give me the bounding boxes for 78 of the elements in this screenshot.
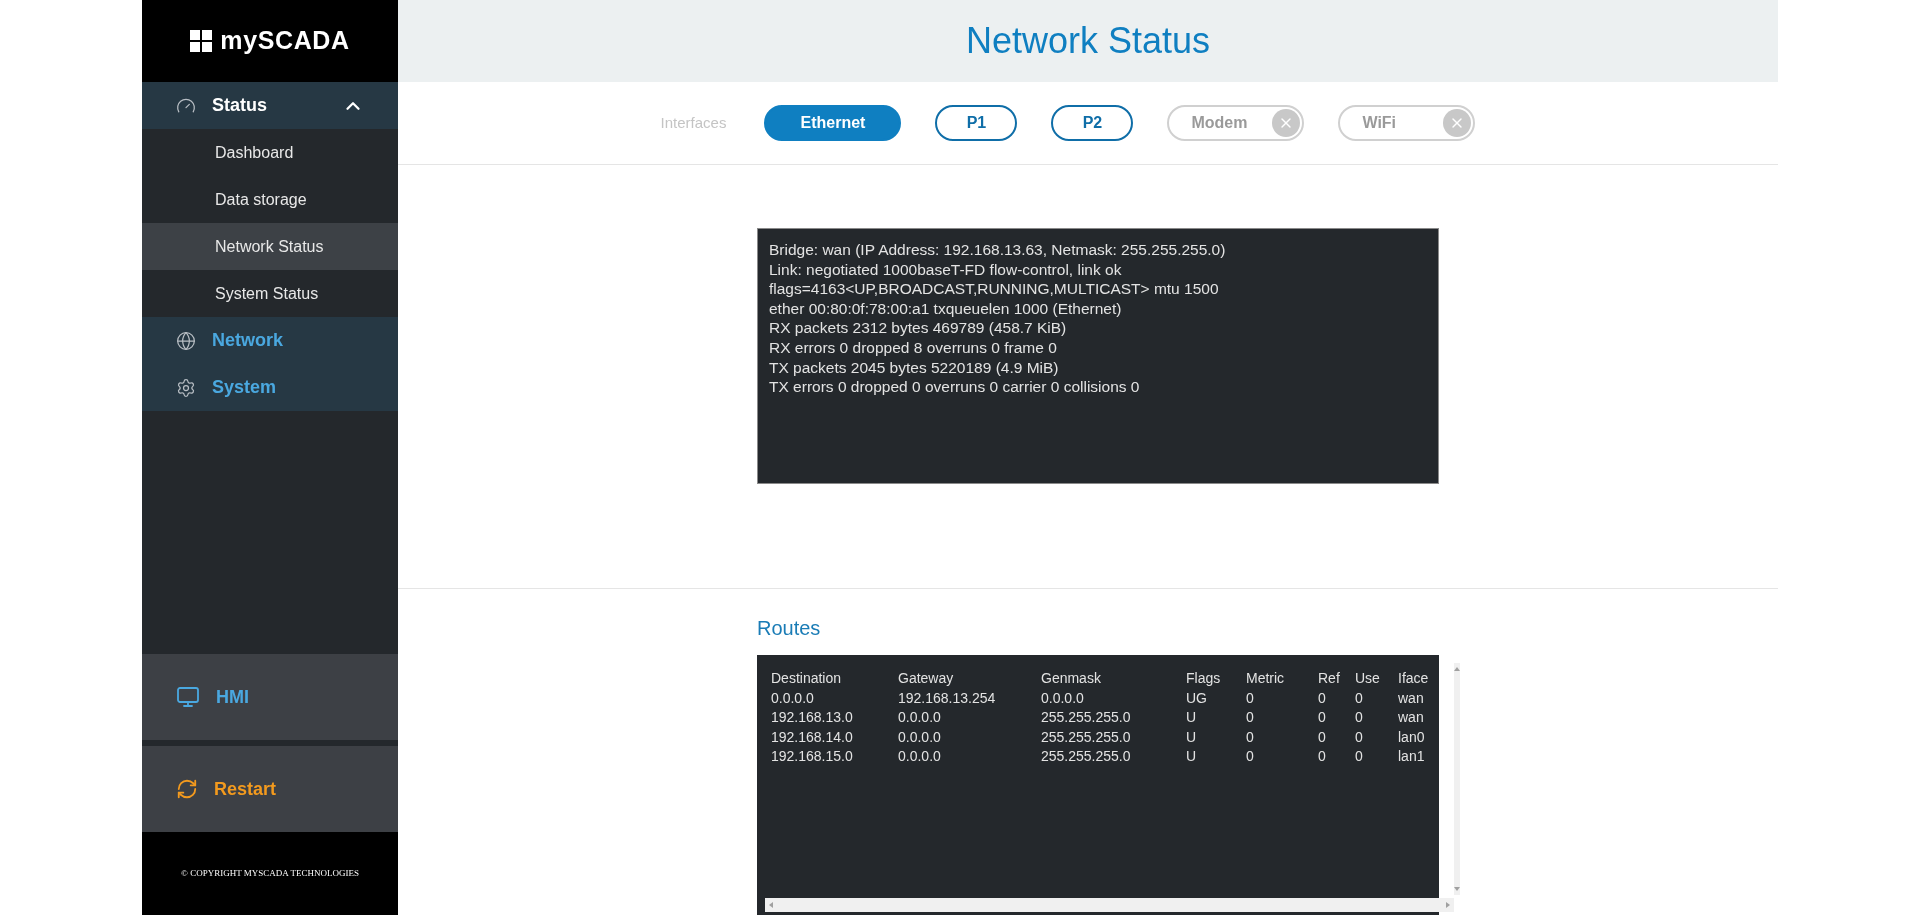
nav-section-label: System (212, 376, 278, 399)
close-icon (1272, 108, 1301, 137)
column-header: Ref (1318, 669, 1341, 688)
nav-section[interactable]: System (142, 364, 398, 411)
horizontal-scrollbar[interactable] (765, 898, 1454, 912)
info-line: flags=4163<UP,BROADCAST,RUNNING,MULTICAST> mtu 1500 (769, 279, 1220, 299)
table-cell-text: 0 (1318, 747, 1327, 766)
table-cell-text: 0.0.0.0 (1041, 688, 1085, 708)
column-header: Iface (1398, 669, 1430, 688)
info-line: RX errors 0 dropped 8 overruns 0 frame 0 (769, 337, 1058, 358)
table-cell-text: 0 (1355, 727, 1364, 747)
interface-tab[interactable]: P2 (1051, 104, 1134, 141)
table-cell-text: 0.0.0.0 (898, 727, 942, 747)
table-cell-text: 192.168.13.0 (771, 708, 854, 727)
table-cell-text: 255.255.255.0 (1041, 747, 1132, 766)
monitor-icon (176, 685, 200, 709)
restart-button[interactable]: Restart (142, 746, 398, 832)
table-cell-text: U (1186, 747, 1198, 766)
nav-section-label: Status (212, 94, 268, 117)
right-arrow-icon (1446, 902, 1450, 908)
table-cell-text: UG (1186, 688, 1208, 708)
page-title: Network Status (965, 19, 1211, 63)
table-cell-text: 0 (1355, 747, 1364, 766)
table-cell-text: 0.0.0.0 (898, 708, 942, 727)
table-cell-text: 0 (1318, 708, 1327, 727)
table-cell-text: 0 (1318, 727, 1327, 747)
close-icon (1443, 108, 1472, 137)
hmi-button[interactable]: HMI (142, 654, 398, 740)
column-header: Destination (771, 669, 843, 688)
logo-icon (190, 30, 213, 52)
table-cell-text: U (1186, 708, 1198, 727)
table-cell-text: wan (1398, 688, 1425, 708)
table-cell-text: 255.255.255.0 (1041, 708, 1132, 727)
column-header: Genmask (1041, 669, 1102, 688)
column-header: Metric (1246, 669, 1286, 688)
info-line: TX packets 2045 bytes 5220189 (4.9 MiB) (769, 357, 1060, 378)
table-cell-text: 192.168.13.254 (898, 688, 997, 708)
nav-section[interactable]: Status (142, 82, 398, 129)
copyright-text: © COPYRIGHT MYSCADA TECHNOLOGIES (181, 866, 359, 880)
table-cell-text: 255.255.255.0 (1041, 727, 1132, 747)
table-cell-text: 0.0.0.0 (898, 747, 942, 766)
down-arrow-icon (1454, 887, 1460, 891)
table-cell-text: 0 (1246, 708, 1255, 727)
column-header: Flags (1186, 669, 1222, 688)
column-header: Gateway (898, 669, 955, 688)
nav-item[interactable]: Network Status (142, 223, 398, 270)
info-line: RX packets 2312 bytes 469789 (458.7 KiB) (769, 318, 1068, 338)
globe-icon (176, 330, 196, 351)
vertical-scrollbar[interactable] (1454, 663, 1460, 895)
nav-section-label: Network (212, 329, 284, 352)
table-cell-text: 192.168.14.0 (771, 727, 854, 747)
column-header: Use (1355, 669, 1381, 688)
nav-section[interactable]: Network (142, 317, 398, 364)
table-cell-text: 0 (1355, 708, 1364, 727)
table-cell-text: 0 (1246, 747, 1255, 766)
table-cell-text: lan1 (1398, 747, 1426, 766)
info-line: Link: negotiated 1000baseT-FD flow-control, link ok (769, 259, 1123, 280)
table-cell-text: 0 (1355, 688, 1364, 708)
info-line: Bridge: wan (IP Address: 192.168.13.63, Netmask: 255.255.255.0) (769, 239, 1227, 260)
logo-text: mySCADA (220, 25, 350, 57)
table-cell-text: 0.0.0.0 (771, 688, 815, 708)
table-cell-text: wan (1398, 708, 1425, 727)
table-cell-text: 0 (1246, 688, 1255, 708)
table-cell-text: lan0 (1398, 727, 1426, 747)
info-line: TX errors 0 dropped 0 overruns 0 carrier 0 collisions 0 (769, 377, 1141, 397)
table-cell-text: U (1186, 727, 1198, 747)
refresh-icon (176, 778, 198, 800)
interfaces-label: Interfaces (660, 112, 727, 133)
up-arrow-icon (1454, 667, 1460, 671)
settings-icon (176, 377, 196, 398)
table-cell-text: 0 (1318, 688, 1327, 708)
left-arrow-icon (769, 902, 773, 908)
table-cell-text: 192.168.15.0 (771, 747, 854, 766)
interface-tab[interactable]: Ethernet (764, 104, 902, 141)
interface-tab[interactable]: P1 (935, 104, 1018, 141)
table-cell-text: 0 (1246, 727, 1255, 747)
routes-heading: Routes (757, 616, 822, 641)
info-line: ether 00:80:0f:78:00:a1 txqueuelen 1000 (Ethernet) (769, 298, 1123, 319)
